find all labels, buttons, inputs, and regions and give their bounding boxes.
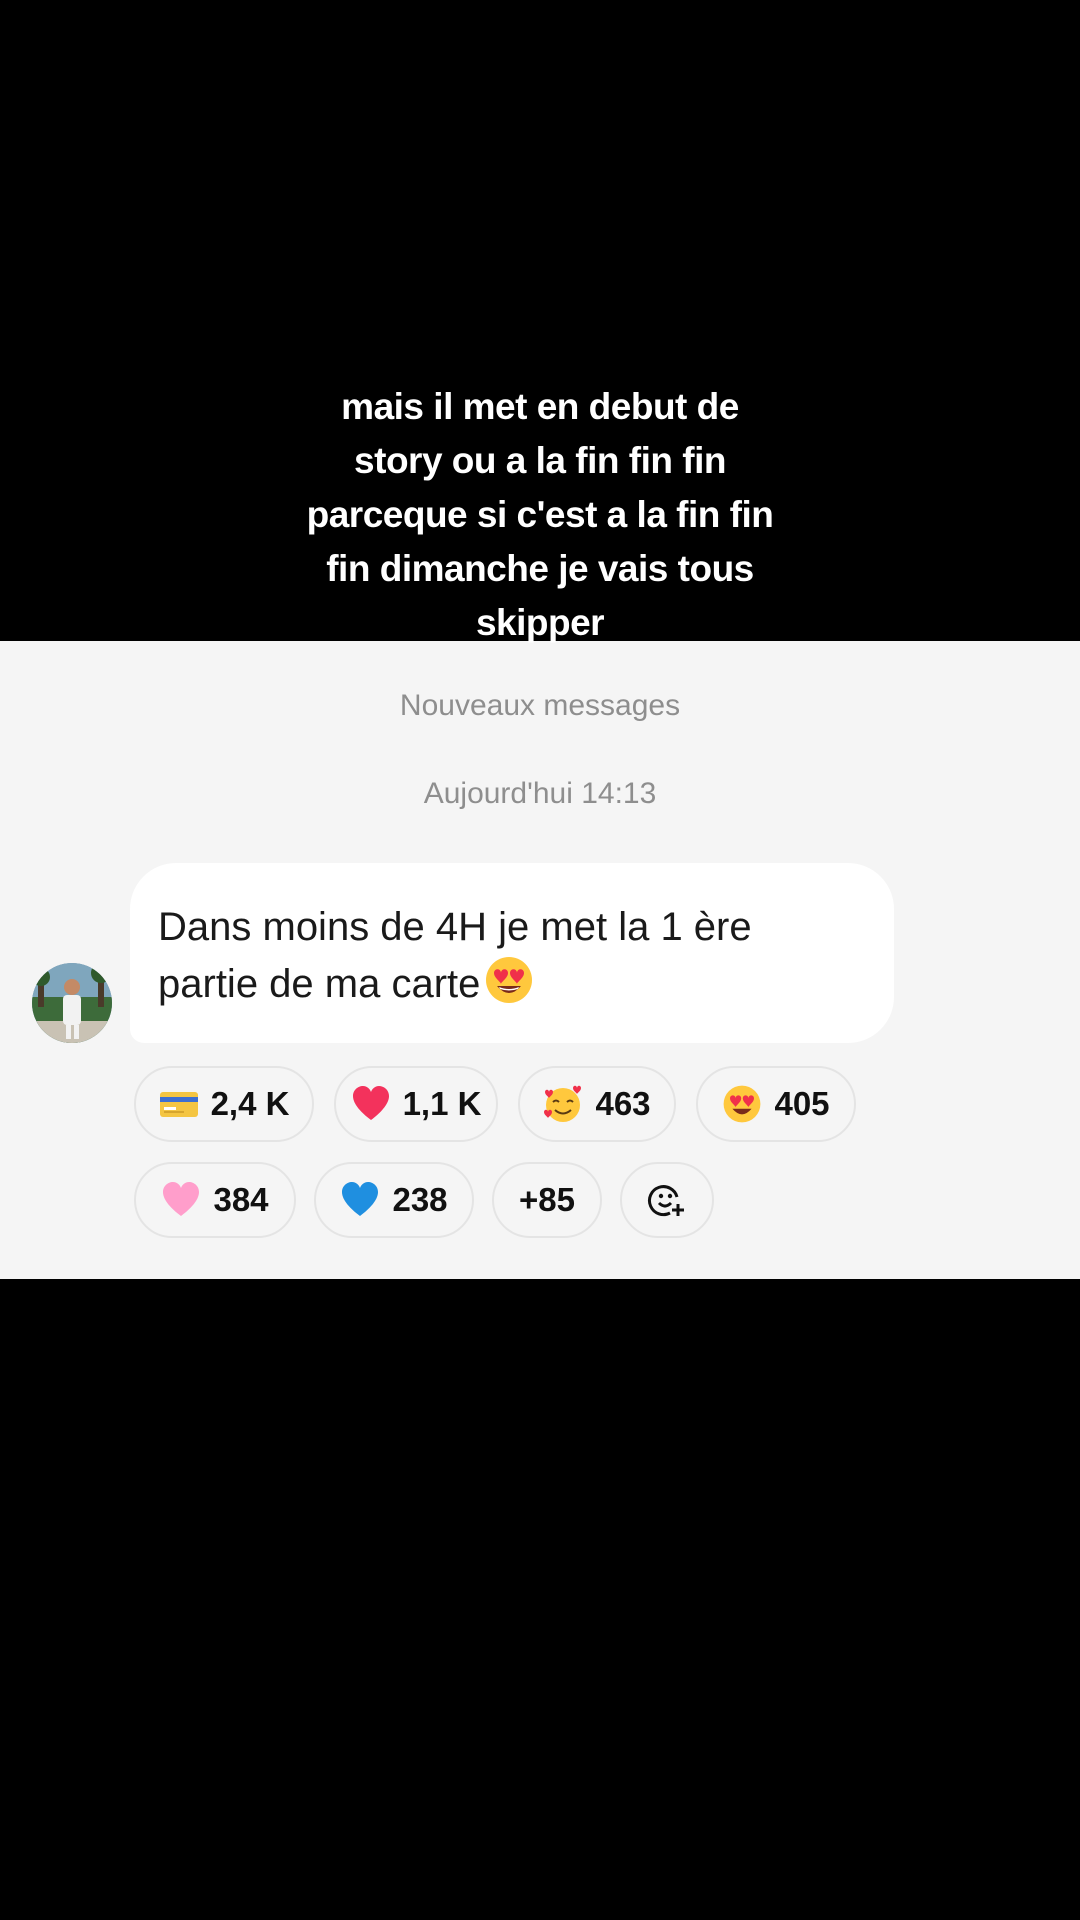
- reaction-chip[interactable]: 384: [134, 1162, 296, 1238]
- message-text: partie de ma carte: [158, 962, 481, 1006]
- message-bubble[interactable]: Dans moins de 4H je met la 1 ère partie …: [130, 863, 894, 1043]
- message-text-line: Dans moins de 4H je met la 1 ère: [158, 905, 752, 949]
- reaction-chip[interactable]: 238: [314, 1162, 474, 1238]
- reaction-count: +85: [519, 1181, 575, 1218]
- add-reaction-icon: [647, 1180, 687, 1220]
- reaction-count: 2,4 K: [210, 1085, 290, 1122]
- avatar[interactable]: [32, 963, 112, 1043]
- reaction-chip[interactable]: 2,4 K: [134, 1066, 314, 1142]
- reaction-chip[interactable]: 1,1 K: [334, 1066, 498, 1142]
- chat-screenshot-panel: Nouveaux messages Aujourd'hui 14:13 Dans…: [0, 641, 1080, 1279]
- caption-line: fin dimanche je vais tous: [326, 548, 754, 589]
- add-reaction-button[interactable]: [620, 1162, 714, 1238]
- caption-line: skipper: [475, 602, 605, 643]
- caption-line: mais il met en debut de: [341, 386, 739, 427]
- reaction-count: 405: [774, 1085, 830, 1122]
- reactions-row: 2,4 K 1,1 K 463 405: [134, 1066, 1034, 1146]
- reaction-chip[interactable]: 405: [696, 1066, 856, 1142]
- pink-heart-emoji-icon: [161, 1180, 201, 1220]
- heart-eyes-emoji-icon: [722, 1084, 762, 1124]
- reaction-chip[interactable]: 463: [518, 1066, 676, 1142]
- video-caption: mais il met en debut de story ou a la fi…: [0, 380, 1080, 650]
- reaction-count: 384: [213, 1181, 269, 1218]
- more-reactions-chip[interactable]: +85: [492, 1162, 602, 1238]
- smiling-face-with-hearts-emoji-icon: [543, 1084, 583, 1124]
- message-timestamp: Aujourd'hui 14:13: [423, 777, 657, 810]
- red-heart-emoji-icon: [351, 1084, 391, 1124]
- reactions-row: 384 238 +85: [134, 1162, 1034, 1242]
- message-text-line-2: partie de ma carte: [158, 955, 866, 1012]
- caption-line: story ou a la fin fin fin: [354, 440, 726, 481]
- blue-heart-emoji-icon: [340, 1180, 380, 1220]
- credit-card-emoji-icon: [159, 1084, 199, 1124]
- reaction-count: 463: [595, 1085, 651, 1122]
- caption-line: parceque si c'est a la fin fin: [306, 494, 774, 535]
- heart-eyes-emoji-icon: [484, 955, 534, 1005]
- new-messages-divider: Nouveaux messages: [399, 689, 681, 722]
- reaction-count: 238: [392, 1181, 448, 1218]
- reaction-count: 1,1 K: [402, 1085, 482, 1122]
